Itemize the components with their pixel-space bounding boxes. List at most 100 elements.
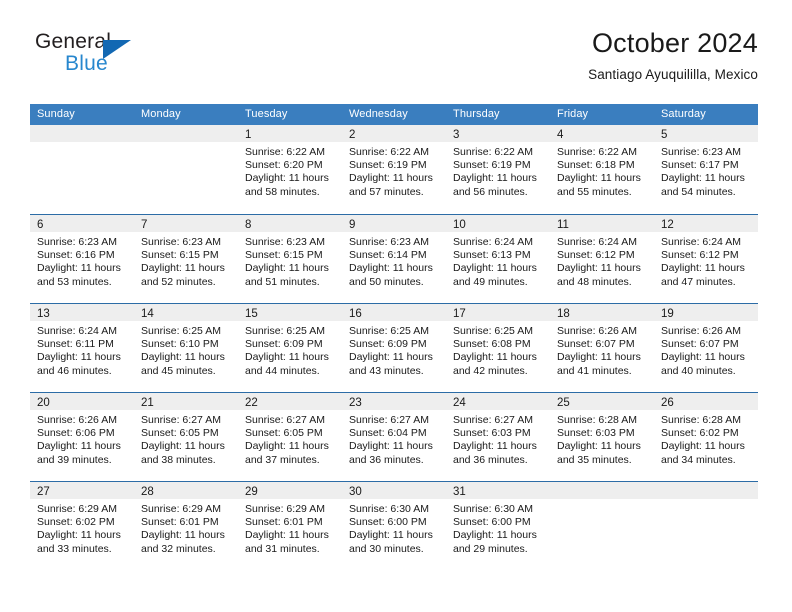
sunset-text: Sunset: 6:06 PM [37, 427, 115, 440]
sunrise-text: Sunrise: 6:25 AM [453, 325, 533, 337]
sunrise-text: Sunrise: 6:27 AM [349, 414, 429, 426]
day-cell[interactable]: 4 Sunrise: 6:22 AM Sunset: 6:18 PM Daylight… [550, 125, 654, 214]
sunrise-text: Sunrise: 6:29 AM [245, 503, 325, 515]
day-cell[interactable]: 17 Sunrise: 6:25 AM Sunset: 6:08 PM Dayligh… [446, 304, 550, 392]
sunrise-text: Sunrise: 6:24 AM [661, 236, 741, 248]
sunset-text: Sunset: 6:17 PM [661, 159, 739, 172]
day-cell[interactable]: 24 Sunrise: 6:27 AM Sunset: 6:03 PM Dayligh… [446, 393, 550, 481]
day-cell[interactable]: 31 Sunrise: 6:30 AM Sunset: 6:00 PM Dayligh… [446, 482, 550, 570]
daylight-text: Daylight: 11 hours [37, 529, 121, 542]
day-number: 8 [245, 219, 252, 231]
day-number-band: 30 [342, 482, 446, 499]
day-cell[interactable]: 8 Sunrise: 6:23 AM Sunset: 6:15 PM Daylight… [238, 215, 342, 303]
daylight-text: Daylight: 11 hours [245, 262, 329, 275]
day-cell[interactable]: 10 Sunrise: 6:24 AM Sunset: 6:13 PM Dayligh… [446, 215, 550, 303]
logo-text-general: General [35, 30, 112, 53]
sunrise-text: Sunrise: 6:23 AM [37, 236, 117, 248]
daylight-text: Daylight: 11 hours [245, 440, 329, 453]
day-cell[interactable]: 13 Sunrise: 6:24 AM Sunset: 6:11 PM Dayligh… [30, 304, 134, 392]
daylight-text: and 52 minutes. [141, 275, 216, 288]
calendar-grid: Sunday Monday Tuesday Wednesday Thursday Frid… [30, 104, 758, 570]
daylight-text: and 36 minutes. [453, 453, 528, 466]
day-cell[interactable]: 12 Sunrise: 6:24 AM Sunset: 6:12 PM Dayligh… [654, 215, 758, 303]
day-number-band: 23 [342, 393, 446, 410]
sunrise-text: Sunrise: 6:30 AM [453, 503, 533, 515]
day-cell[interactable]: 29 Sunrise: 6:29 AM Sunset: 6:01 PM Dayligh… [238, 482, 342, 570]
day-number-band: 6 [30, 215, 134, 232]
day-cell[interactable]: 22 Sunrise: 6:27 AM Sunset: 6:05 PM Dayligh… [238, 393, 342, 481]
day-cell[interactable]: 21 Sunrise: 6:27 AM Sunset: 6:05 PM Dayligh… [134, 393, 238, 481]
sunrise-text: Sunrise: 6:24 AM [37, 325, 117, 337]
sunrise-text: Sunrise: 6:27 AM [453, 414, 533, 426]
day-details: Sunrise: 6:22 AM Sunset: 6:19 PM Daylight:… [446, 142, 550, 199]
day-cell[interactable]: 25 Sunrise: 6:28 AM Sunset: 6:03 PM Dayligh… [550, 393, 654, 481]
sunset-text: Sunset: 6:05 PM [141, 427, 219, 440]
daylight-text: and 57 minutes. [349, 185, 424, 198]
sunset-text: Sunset: 6:20 PM [245, 159, 323, 172]
daylight-text: and 36 minutes. [349, 453, 424, 466]
day-cell[interactable]: 6 Sunrise: 6:23 AM Sunset: 6:16 PM Daylight… [30, 215, 134, 303]
day-number-band: 2 [342, 125, 446, 142]
daylight-text: Daylight: 11 hours [349, 529, 433, 542]
daylight-text: Daylight: 11 hours [141, 351, 225, 364]
day-cell[interactable]: 18 Sunrise: 6:26 AM Sunset: 6:07 PM Dayligh… [550, 304, 654, 392]
day-number: 2 [349, 129, 356, 141]
weekday-header-saturday: Saturday [661, 108, 706, 120]
daylight-text: Daylight: 11 hours [349, 172, 433, 185]
day-cell[interactable]: 26 Sunrise: 6:28 AM Sunset: 6:02 PM Dayligh… [654, 393, 758, 481]
day-cell[interactable]: 19 Sunrise: 6:26 AM Sunset: 6:07 PM Dayligh… [654, 304, 758, 392]
sunrise-text: Sunrise: 6:23 AM [141, 236, 221, 248]
day-number-band: 26 [654, 393, 758, 410]
sunrise-text: Sunrise: 6:25 AM [349, 325, 429, 337]
day-cell[interactable]: 16 Sunrise: 6:25 AM Sunset: 6:09 PM Dayligh… [342, 304, 446, 392]
weekday-header-tuesday: Tuesday [245, 108, 288, 120]
sunrise-text: Sunrise: 6:25 AM [141, 325, 221, 337]
day-cell[interactable]: 20 Sunrise: 6:26 AM Sunset: 6:06 PM Dayligh… [30, 393, 134, 481]
sunset-text: Sunset: 6:16 PM [37, 249, 115, 262]
sunset-text: Sunset: 6:19 PM [453, 159, 531, 172]
day-cell[interactable]: 3 Sunrise: 6:22 AM Sunset: 6:19 PM Daylight… [446, 125, 550, 214]
logo-text-blue: Blue [65, 52, 108, 75]
daylight-text: and 48 minutes. [557, 275, 632, 288]
day-cell[interactable]: 30 Sunrise: 6:30 AM Sunset: 6:00 PM Dayligh… [342, 482, 446, 570]
weekday-header-thursday: Thursday [453, 108, 500, 120]
calendar-week-row: 1 Sunrise: 6:22 AM Sunset: 6:20 PM Daylight… [30, 125, 758, 214]
day-cell[interactable]: 28 Sunrise: 6:29 AM Sunset: 6:01 PM Dayligh… [134, 482, 238, 570]
sunset-text: Sunset: 6:12 PM [661, 249, 739, 262]
day-cell[interactable]: 2 Sunrise: 6:22 AM Sunset: 6:19 PM Daylight… [342, 125, 446, 214]
day-details: Sunrise: 6:30 AM Sunset: 6:00 PM Daylight:… [342, 499, 446, 556]
day-details: Sunrise: 6:30 AM Sunset: 6:00 PM Daylight:… [446, 499, 550, 556]
day-cell[interactable]: 27 Sunrise: 6:29 AM Sunset: 6:02 PM Dayligh… [30, 482, 134, 570]
day-number-band: 12 [654, 215, 758, 232]
general-blue-logo[interactable]: General Blue [35, 30, 215, 86]
day-number: 21 [141, 397, 154, 409]
weekday-header-row: Sunday Monday Tuesday Wednesday Thursday Frid… [30, 104, 758, 125]
sunrise-text: Sunrise: 6:29 AM [141, 503, 221, 515]
day-details: Sunrise: 6:29 AM Sunset: 6:01 PM Daylight:… [134, 499, 238, 556]
day-number-band [550, 482, 654, 499]
sunset-text: Sunset: 6:05 PM [245, 427, 323, 440]
day-details: Sunrise: 6:29 AM Sunset: 6:02 PM Daylight:… [30, 499, 134, 556]
day-details: Sunrise: 6:29 AM Sunset: 6:01 PM Daylight:… [238, 499, 342, 556]
day-number: 23 [349, 397, 362, 409]
daylight-text: Daylight: 11 hours [349, 351, 433, 364]
sunrise-text: Sunrise: 6:27 AM [141, 414, 221, 426]
day-number: 12 [661, 219, 674, 231]
day-cell[interactable]: 11 Sunrise: 6:24 AM Sunset: 6:12 PM Dayligh… [550, 215, 654, 303]
day-cell[interactable]: 1 Sunrise: 6:22 AM Sunset: 6:20 PM Daylight… [238, 125, 342, 214]
day-number-band: 29 [238, 482, 342, 499]
day-cell[interactable]: 9 Sunrise: 6:23 AM Sunset: 6:14 PM Daylight… [342, 215, 446, 303]
day-number: 26 [661, 397, 674, 409]
calendar-page: General Blue October 2024 Santiago Ayuqu… [0, 0, 792, 612]
day-cell[interactable]: 14 Sunrise: 6:25 AM Sunset: 6:10 PM Dayligh… [134, 304, 238, 392]
day-cell[interactable]: 7 Sunrise: 6:23 AM Sunset: 6:15 PM Daylight… [134, 215, 238, 303]
day-details: Sunrise: 6:22 AM Sunset: 6:19 PM Daylight:… [342, 142, 446, 199]
day-number: 30 [349, 486, 362, 498]
day-cell[interactable]: 15 Sunrise: 6:25 AM Sunset: 6:09 PM Dayligh… [238, 304, 342, 392]
day-cell[interactable]: 5 Sunrise: 6:23 AM Sunset: 6:17 PM Daylight… [654, 125, 758, 214]
day-cell[interactable]: 23 Sunrise: 6:27 AM Sunset: 6:04 PM Dayligh… [342, 393, 446, 481]
day-details: Sunrise: 6:23 AM Sunset: 6:17 PM Daylight:… [654, 142, 758, 199]
day-number-band: 1 [238, 125, 342, 142]
daylight-text: and 33 minutes. [37, 542, 112, 555]
sunrise-text: Sunrise: 6:28 AM [661, 414, 741, 426]
